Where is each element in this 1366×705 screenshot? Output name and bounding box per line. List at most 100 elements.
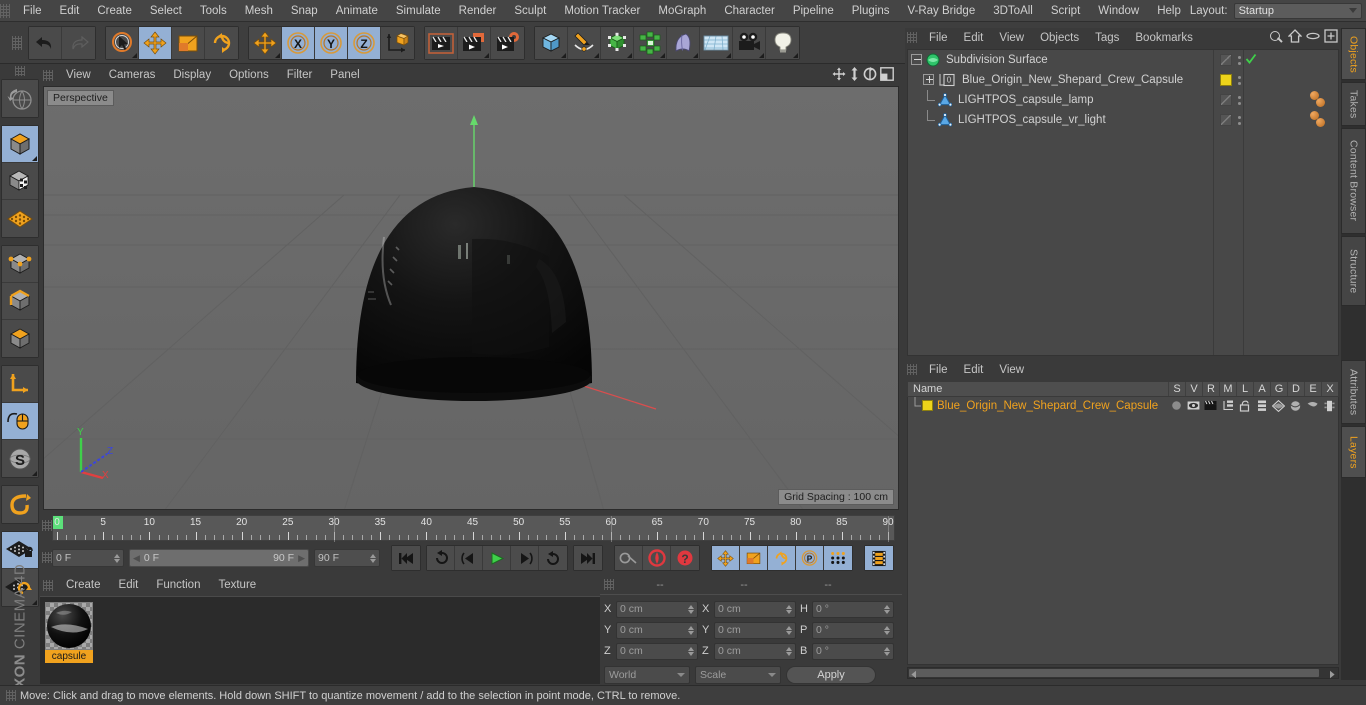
rotate-tool-button[interactable] — [205, 26, 238, 59]
layout-dropdown[interactable]: Startup — [1233, 2, 1362, 19]
viewport-menu-view[interactable]: View — [57, 65, 100, 85]
menu-item-window[interactable]: Window — [1089, 0, 1148, 22]
menu-item-script[interactable]: Script — [1042, 0, 1089, 22]
visibility-toggle-dots[interactable] — [1238, 55, 1241, 65]
lock-y-button[interactable]: Y — [315, 26, 348, 59]
null-layer-icon[interactable]: 0 — [938, 73, 956, 87]
search-icon[interactable] — [1268, 30, 1284, 46]
layer-color-chip[interactable] — [1220, 74, 1232, 86]
add-nurbs-button[interactable] — [667, 26, 700, 59]
dolly-camera-icon[interactable] — [849, 66, 860, 84]
object-tags[interactable] — [1310, 111, 1332, 129]
viewport-menu-filter[interactable]: Filter — [278, 65, 322, 85]
render-view-button[interactable] — [425, 26, 458, 59]
object-tree[interactable]: Subdivision Surface 0 Blue_Origin_New_Shep… — [907, 49, 1339, 356]
viewport-menu-display[interactable]: Display — [164, 65, 220, 85]
object-menu-bookmarks[interactable]: Bookmarks — [1127, 29, 1201, 47]
viewport-solo-button[interactable] — [2, 163, 38, 200]
coordinate-mode-dropdown[interactable]: Scale — [695, 666, 781, 684]
menu-item-tools[interactable]: Tools — [191, 0, 236, 22]
apply-button[interactable]: Apply — [786, 666, 876, 684]
menu-item-help[interactable]: Help — [1148, 0, 1190, 22]
object-expander-plus[interactable] — [923, 74, 934, 85]
coordinate-field-x-0[interactable]: 0 cm — [616, 600, 698, 618]
menu-gripper[interactable] — [0, 3, 10, 18]
move-axis-button[interactable] — [249, 26, 282, 59]
make-editable-button[interactable] — [2, 126, 38, 163]
scale-tool-button[interactable] — [172, 26, 205, 59]
points-mode-button[interactable] — [2, 246, 38, 283]
coordinate-field-y-0[interactable]: 0 cm — [616, 621, 698, 639]
add-light-button[interactable] — [766, 26, 799, 59]
menu-item-create[interactable]: Create — [88, 0, 141, 22]
play-loop-button[interactable] — [539, 546, 567, 570]
menu-item-render[interactable]: Render — [450, 0, 506, 22]
object-menu-edit[interactable]: Edit — [956, 29, 992, 47]
layer-column-v[interactable]: V — [1185, 382, 1202, 396]
workplane-button[interactable]: S — [2, 440, 38, 477]
subdivision-surface-icon[interactable] — [926, 53, 940, 67]
play-button[interactable] — [483, 546, 511, 570]
object-manager-gripper[interactable] — [907, 32, 917, 43]
object-row[interactable]: LIGHTPOS_capsule_lamp — [908, 90, 1338, 110]
timeline-settings-button[interactable] — [865, 546, 893, 570]
scroll-left-arrow-icon[interactable] — [910, 670, 919, 679]
lock-x-button[interactable]: X — [282, 26, 315, 59]
add-scene-object-button[interactable] — [700, 26, 733, 59]
ellipse-icon[interactable] — [1306, 29, 1320, 46]
layer-render-toggle[interactable] — [1202, 397, 1219, 414]
layer-expression-toggle[interactable] — [1304, 397, 1321, 414]
status-gripper[interactable] — [6, 690, 16, 701]
record-scale-button[interactable] — [740, 546, 768, 570]
record-position-button[interactable] — [712, 546, 740, 570]
layer-manager-toggle[interactable] — [1219, 397, 1236, 414]
coordinate-field-x-1[interactable]: 0 cm — [714, 600, 796, 618]
layer-column-d[interactable]: D — [1287, 382, 1304, 396]
max-frame-field[interactable]: 90 F — [314, 549, 380, 567]
timeline-gripper[interactable] — [42, 520, 52, 531]
coordinate-field-z-0[interactable]: 0 cm — [616, 642, 698, 660]
layer-list[interactable]: Blue_Origin_New_Shepard_Crew_Capsule — [907, 397, 1339, 665]
layer-column-e[interactable]: E — [1304, 382, 1321, 396]
menu-item-select[interactable]: Select — [141, 0, 191, 22]
coordinate-system-button[interactable] — [381, 26, 414, 59]
layer-deformer-toggle[interactable] — [1287, 397, 1304, 414]
redo-button[interactable] — [62, 26, 95, 59]
step-forward-button[interactable] — [511, 546, 539, 570]
viewport-menu-cameras[interactable]: Cameras — [100, 65, 165, 85]
viewport-gripper[interactable] — [43, 69, 53, 81]
record-pla-button[interactable] — [824, 546, 852, 570]
layer-lock-toggle[interactable] — [1236, 397, 1253, 414]
undo-button[interactable] — [29, 26, 62, 59]
layer-xpresso-toggle[interactable] — [1321, 397, 1338, 414]
layer-column-g[interactable]: G — [1270, 382, 1287, 396]
viewport-menu-panel[interactable]: Panel — [321, 65, 368, 85]
layer-solo-toggle[interactable] — [1168, 397, 1185, 414]
material-gripper[interactable] — [43, 579, 53, 591]
vertical-tab-objects[interactable]: Objects — [1341, 28, 1366, 80]
current-frame-spinner[interactable] — [113, 552, 120, 564]
menu-item-3dtoall[interactable]: 3DToAll — [984, 0, 1042, 22]
material-item[interactable]: capsule — [45, 602, 93, 663]
move-tool-button[interactable] — [139, 26, 172, 59]
enabled-check-icon[interactable] — [1245, 53, 1257, 68]
object-menu-objects[interactable]: Objects — [1032, 29, 1087, 47]
menu-item-pipeline[interactable]: Pipeline — [784, 0, 843, 22]
vertical-tab-content-browser[interactable]: Content Browser — [1341, 128, 1366, 234]
layer-column-a[interactable]: A — [1253, 382, 1270, 396]
viewport-menu-options[interactable]: Options — [220, 65, 278, 85]
visibility-dots-icon[interactable] — [1220, 114, 1232, 126]
layer-menu-view[interactable]: View — [991, 361, 1032, 379]
material-thumbnail[interactable] — [45, 602, 93, 650]
record-parameter-button[interactable]: P — [796, 546, 824, 570]
coordinate-field-y-1[interactable]: 0 cm — [714, 621, 796, 639]
tweak-mode-button[interactable] — [2, 403, 38, 440]
timeline-controls-gripper[interactable] — [42, 552, 52, 563]
render-to-picture-viewer-button[interactable] — [458, 26, 491, 59]
add-cube-button[interactable] — [535, 26, 568, 59]
layer-visible-toggle[interactable] — [1185, 397, 1202, 414]
layer-menu-file[interactable]: File — [921, 361, 956, 379]
menu-item-mesh[interactable]: Mesh — [236, 0, 282, 22]
go-to-end-button[interactable] — [574, 546, 602, 570]
rotate-camera-icon[interactable] — [863, 66, 877, 84]
